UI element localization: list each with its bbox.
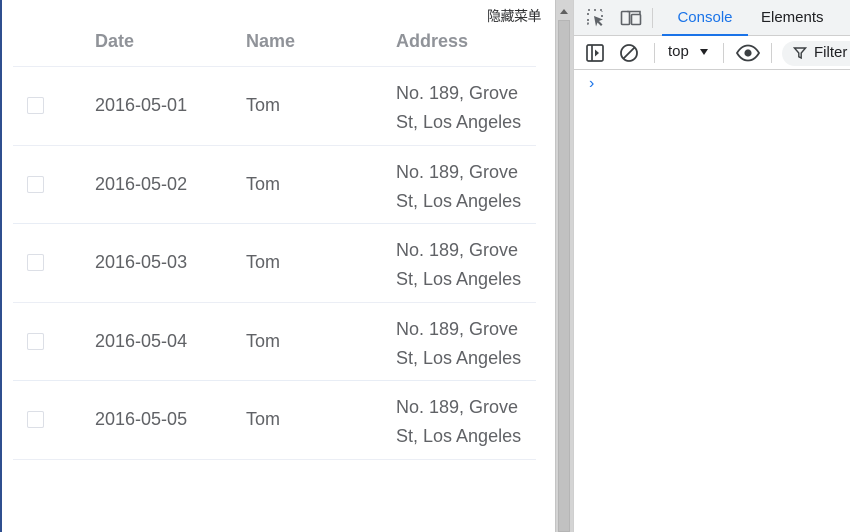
page-viewport: 隐藏菜单 Date Name Address 2016-05-01 Tom No… xyxy=(0,0,555,532)
name-cell: Tom xyxy=(246,95,281,115)
date-cell: 2016-05-05 xyxy=(95,409,188,429)
filter-input[interactable]: Filter xyxy=(782,41,850,66)
table-row[interactable]: 2016-05-03 Tom No. 189, Grove St, Los An… xyxy=(13,224,536,303)
row-checkbox[interactable] xyxy=(27,332,44,350)
date-cell: 2016-05-04 xyxy=(95,330,188,351)
filter-funnel-icon xyxy=(792,46,808,60)
row-checkbox[interactable] xyxy=(27,254,44,271)
name-cell: Tom xyxy=(246,330,281,351)
name-cell: Tom xyxy=(246,252,281,272)
devtools-panel: Console Elements top Filter › xyxy=(573,0,850,532)
tab-console[interactable]: Console xyxy=(662,0,748,36)
date-cell: 2016-05-02 xyxy=(95,173,188,194)
table-row[interactable]: 2016-05-02 Tom No. 189, Grove St, Los An… xyxy=(13,146,536,224)
toolbar-divider xyxy=(723,43,724,63)
table-row[interactable]: 2016-05-05 Tom No. 189, Grove St, Los An… xyxy=(13,381,536,460)
device-toolbar-icon[interactable] xyxy=(620,8,642,30)
scroll-up-arrow-icon[interactable] xyxy=(560,9,568,14)
toolbar-divider xyxy=(771,43,772,63)
tab-elements[interactable]: Elements xyxy=(761,0,824,36)
table-header: Date Name Address xyxy=(13,18,536,67)
date-cell: 2016-05-01 xyxy=(95,95,188,115)
address-cell: No. 189, Grove St, Los Angeles xyxy=(396,161,522,211)
page-scrollbar[interactable] xyxy=(555,0,573,532)
dropdown-caret-icon[interactable] xyxy=(700,49,708,55)
console-toolbar: top Filter xyxy=(574,36,850,70)
row-checkbox[interactable] xyxy=(27,175,44,193)
name-cell: Tom xyxy=(246,409,281,429)
address-cell: No. 189, Grove St, Los Angeles xyxy=(396,318,522,368)
row-checkbox[interactable] xyxy=(27,411,44,428)
date-cell: 2016-05-03 xyxy=(95,252,188,272)
console-prompt-chevron-icon[interactable]: › xyxy=(589,75,594,93)
scrollbar-thumb[interactable] xyxy=(558,20,570,532)
address-cell: No. 189, Grove St, Los Angeles xyxy=(396,240,522,289)
context-selector[interactable]: top xyxy=(668,43,689,60)
toolbar-divider xyxy=(654,43,655,63)
clear-console-icon[interactable] xyxy=(619,43,641,65)
devtools-tabbar: Console Elements xyxy=(574,0,850,36)
filter-placeholder: Filter xyxy=(814,44,848,61)
name-cell: Tom xyxy=(246,173,281,194)
inspect-element-icon[interactable] xyxy=(586,8,608,30)
row-checkbox[interactable] xyxy=(27,97,44,114)
column-header-date[interactable]: Date xyxy=(95,31,134,52)
address-cell: No. 189, Grove St, Los Angeles xyxy=(396,83,522,132)
table-row[interactable]: 2016-05-01 Tom No. 189, Grove St, Los An… xyxy=(13,67,536,146)
data-table: Date Name Address 2016-05-01 Tom No. 189… xyxy=(13,18,536,460)
window-edge xyxy=(0,0,2,532)
column-header-address[interactable]: Address xyxy=(396,31,468,52)
address-cell: No. 189, Grove St, Los Angeles xyxy=(396,397,522,446)
show-sidebar-icon[interactable] xyxy=(585,43,607,65)
table-row[interactable]: 2016-05-04 Tom No. 189, Grove St, Los An… xyxy=(13,303,536,381)
toolbar-divider xyxy=(652,8,653,28)
live-expression-eye-icon[interactable] xyxy=(735,42,761,64)
column-header-name[interactable]: Name xyxy=(246,31,295,52)
